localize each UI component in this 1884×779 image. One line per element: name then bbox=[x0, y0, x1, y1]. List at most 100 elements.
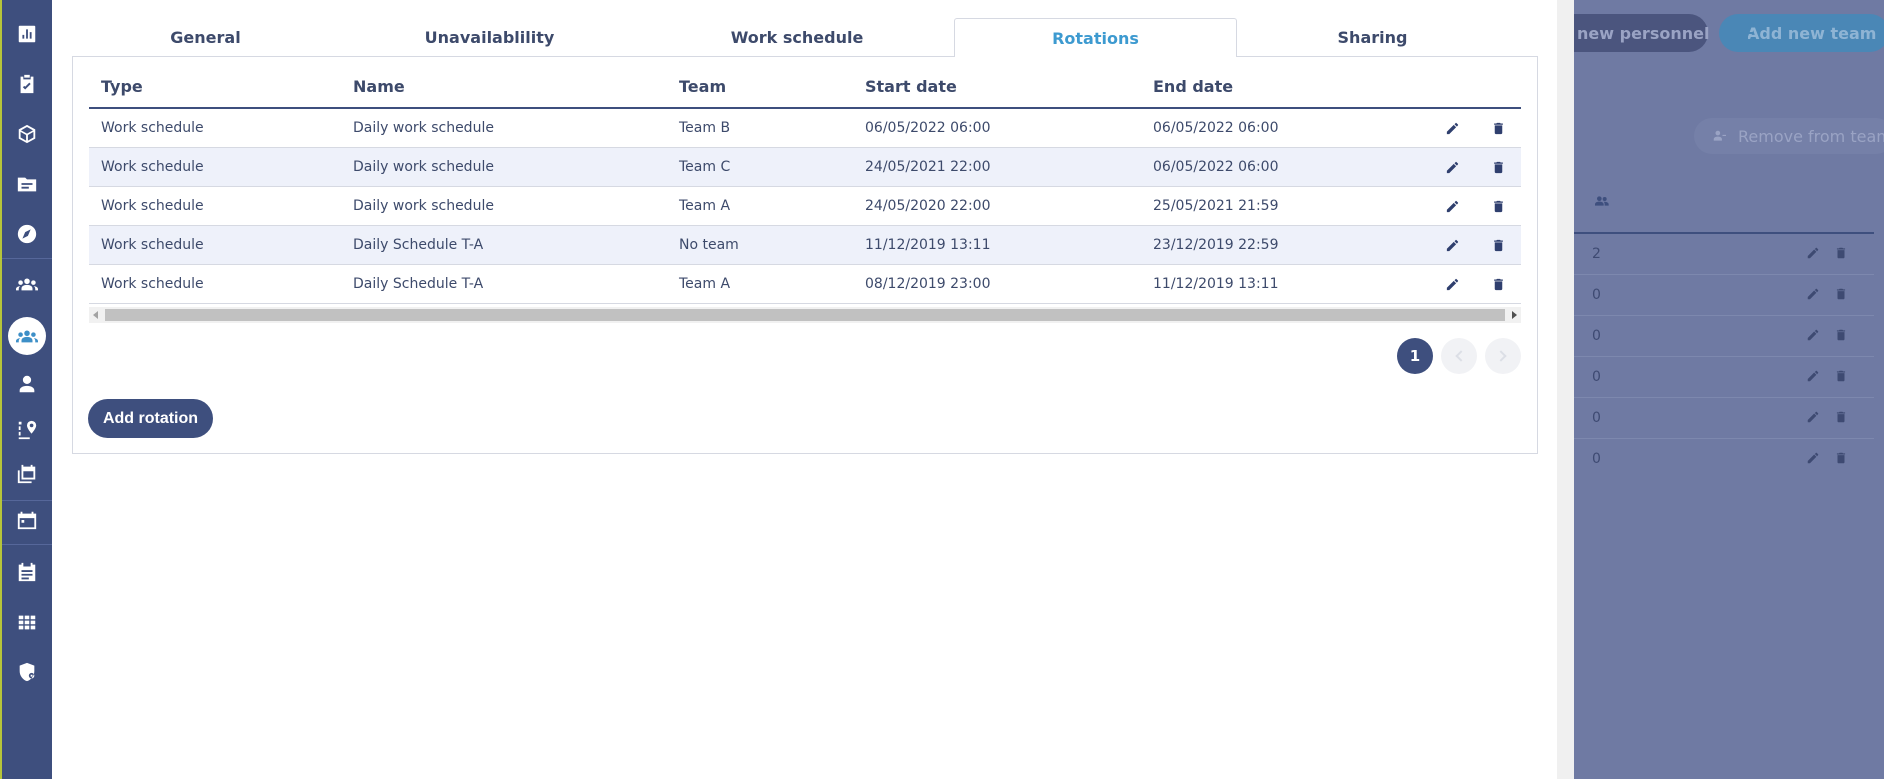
delete-icon bbox=[1836, 411, 1846, 423]
folder-icon[interactable] bbox=[2, 164, 52, 204]
cell-type: Work schedule bbox=[101, 159, 204, 175]
edit-icon bbox=[1807, 247, 1819, 259]
edit-icon bbox=[1807, 329, 1819, 341]
delete-icon[interactable] bbox=[1491, 160, 1506, 175]
cell-name: Daily work schedule bbox=[353, 120, 494, 136]
column-header-start-date[interactable]: Start date bbox=[865, 77, 957, 96]
column-header-team[interactable]: Team bbox=[679, 77, 726, 96]
cell-end-date: 06/05/2022 06:00 bbox=[1153, 159, 1279, 175]
tab-work-schedule[interactable]: Work schedule bbox=[640, 18, 954, 56]
column-header-end-date[interactable]: End date bbox=[1153, 77, 1233, 96]
cell-team: Team C bbox=[679, 159, 731, 175]
edit-icon bbox=[1807, 288, 1819, 300]
clipboard-check-icon[interactable] bbox=[2, 64, 52, 104]
scrollbar-thumb[interactable] bbox=[105, 309, 1505, 321]
cell-end-date: 06/05/2022 06:00 bbox=[1153, 120, 1279, 136]
tab-general[interactable]: General bbox=[72, 18, 339, 56]
team-icon[interactable] bbox=[2, 316, 52, 356]
add-personnel-button: d new personnel bbox=[1574, 14, 1709, 52]
edit-icon[interactable] bbox=[1445, 277, 1460, 292]
edit-icon[interactable] bbox=[1445, 160, 1460, 175]
table-row: Work schedule Daily Schedule T-A No team… bbox=[89, 226, 1521, 265]
background-row: 0 bbox=[1574, 398, 1874, 439]
scroll-left-arrow-icon[interactable] bbox=[93, 311, 98, 319]
cell-end-date: 25/05/2021 21:59 bbox=[1153, 198, 1279, 214]
table-row: Work schedule Daily Schedule T-A Team A … bbox=[89, 265, 1521, 304]
cell-name: Daily work schedule bbox=[353, 159, 494, 175]
person-remove-icon bbox=[1713, 130, 1726, 141]
tab-unavailability[interactable]: Unavailablility bbox=[339, 18, 640, 56]
cell-start-date: 11/12/2019 13:11 bbox=[865, 237, 991, 253]
cell-end-date: 23/12/2019 22:59 bbox=[1153, 237, 1279, 253]
cube-icon[interactable] bbox=[2, 114, 52, 154]
cell-name: Daily Schedule T-A bbox=[353, 237, 484, 253]
rotations-tab-content: Type Name Team Start date End date Work … bbox=[72, 56, 1538, 454]
shield-lock-icon[interactable] bbox=[2, 652, 52, 692]
app-sidebar bbox=[0, 0, 52, 779]
calendar-icon[interactable] bbox=[2, 500, 52, 540]
add-rotation-button[interactable]: Add rotation bbox=[88, 399, 213, 438]
report-icon[interactable] bbox=[2, 552, 52, 592]
remove-from-team-button: Remove from team bbox=[1694, 118, 1884, 154]
chevron-right-icon bbox=[1495, 350, 1507, 362]
background-page-overlay: d new personnel Add new team Remove from… bbox=[1574, 0, 1884, 779]
background-row: 0 bbox=[1574, 357, 1874, 398]
table-row: Work schedule Daily work schedule Team B… bbox=[89, 109, 1521, 148]
calendar-stack-icon[interactable] bbox=[2, 454, 52, 494]
delete-icon[interactable] bbox=[1491, 121, 1506, 136]
cell-type: Work schedule bbox=[101, 120, 204, 136]
edit-icon bbox=[1807, 411, 1819, 423]
rotations-table: Type Name Team Start date End date Work … bbox=[89, 67, 1521, 304]
cell-type: Work schedule bbox=[101, 198, 204, 214]
tab-rotations[interactable]: Rotations bbox=[954, 18, 1237, 57]
cell-team: Team B bbox=[679, 120, 731, 136]
cell-team: Team A bbox=[679, 276, 731, 292]
previous-page-button[interactable] bbox=[1441, 338, 1477, 374]
delete-icon bbox=[1836, 288, 1846, 300]
cell-end-date: 11/12/2019 13:11 bbox=[1153, 276, 1279, 292]
edit-icon bbox=[1807, 452, 1819, 464]
column-header-type[interactable]: Type bbox=[101, 77, 143, 96]
route-icon[interactable] bbox=[2, 410, 52, 450]
compass-icon[interactable] bbox=[2, 214, 52, 254]
background-row: 0 bbox=[1574, 316, 1874, 357]
tab-sharing[interactable]: Sharing bbox=[1237, 18, 1508, 56]
table-header: Type Name Team Start date End date bbox=[89, 67, 1521, 109]
panel-scrollbar[interactable] bbox=[1557, 0, 1574, 779]
delete-icon bbox=[1836, 370, 1846, 382]
edit-icon[interactable] bbox=[1445, 199, 1460, 214]
chevron-left-icon bbox=[1455, 350, 1467, 362]
delete-icon[interactable] bbox=[1491, 238, 1506, 253]
cell-team: No team bbox=[679, 237, 739, 253]
cell-start-date: 08/12/2019 23:00 bbox=[865, 276, 991, 292]
chart-icon[interactable] bbox=[2, 14, 52, 54]
background-row: 2 bbox=[1574, 234, 1874, 275]
table-row: Work schedule Daily work schedule Team A… bbox=[89, 187, 1521, 226]
horizontal-scrollbar[interactable] bbox=[89, 307, 1521, 323]
add-team-button: Add new team bbox=[1719, 14, 1884, 52]
person-icon[interactable] bbox=[2, 364, 52, 404]
group-icon[interactable] bbox=[2, 264, 52, 304]
tab-bar: General Unavailablility Work schedule Ro… bbox=[72, 18, 1538, 57]
cell-start-date: 24/05/2021 22:00 bbox=[865, 159, 991, 175]
cell-type: Work schedule bbox=[101, 237, 204, 253]
cell-start-date: 24/05/2020 22:00 bbox=[865, 198, 991, 214]
delete-icon[interactable] bbox=[1491, 277, 1506, 292]
delete-icon bbox=[1836, 452, 1846, 464]
delete-icon bbox=[1836, 329, 1846, 341]
scroll-right-arrow-icon[interactable] bbox=[1512, 311, 1517, 319]
delete-icon[interactable] bbox=[1491, 199, 1506, 214]
cell-name: Daily Schedule T-A bbox=[353, 276, 484, 292]
column-header-name[interactable]: Name bbox=[353, 77, 405, 96]
cell-type: Work schedule bbox=[101, 276, 204, 292]
table-row: Work schedule Daily work schedule Team C… bbox=[89, 148, 1521, 187]
edit-icon[interactable] bbox=[1445, 238, 1460, 253]
next-page-button[interactable] bbox=[1485, 338, 1521, 374]
background-row: 0 bbox=[1574, 275, 1874, 316]
background-row: 0 bbox=[1574, 439, 1874, 480]
edit-icon bbox=[1807, 370, 1819, 382]
details-panel: General Unavailablility Work schedule Ro… bbox=[52, 0, 1557, 779]
page-number-button[interactable]: 1 bbox=[1397, 338, 1433, 374]
grid-icon[interactable] bbox=[2, 602, 52, 642]
edit-icon[interactable] bbox=[1445, 121, 1460, 136]
